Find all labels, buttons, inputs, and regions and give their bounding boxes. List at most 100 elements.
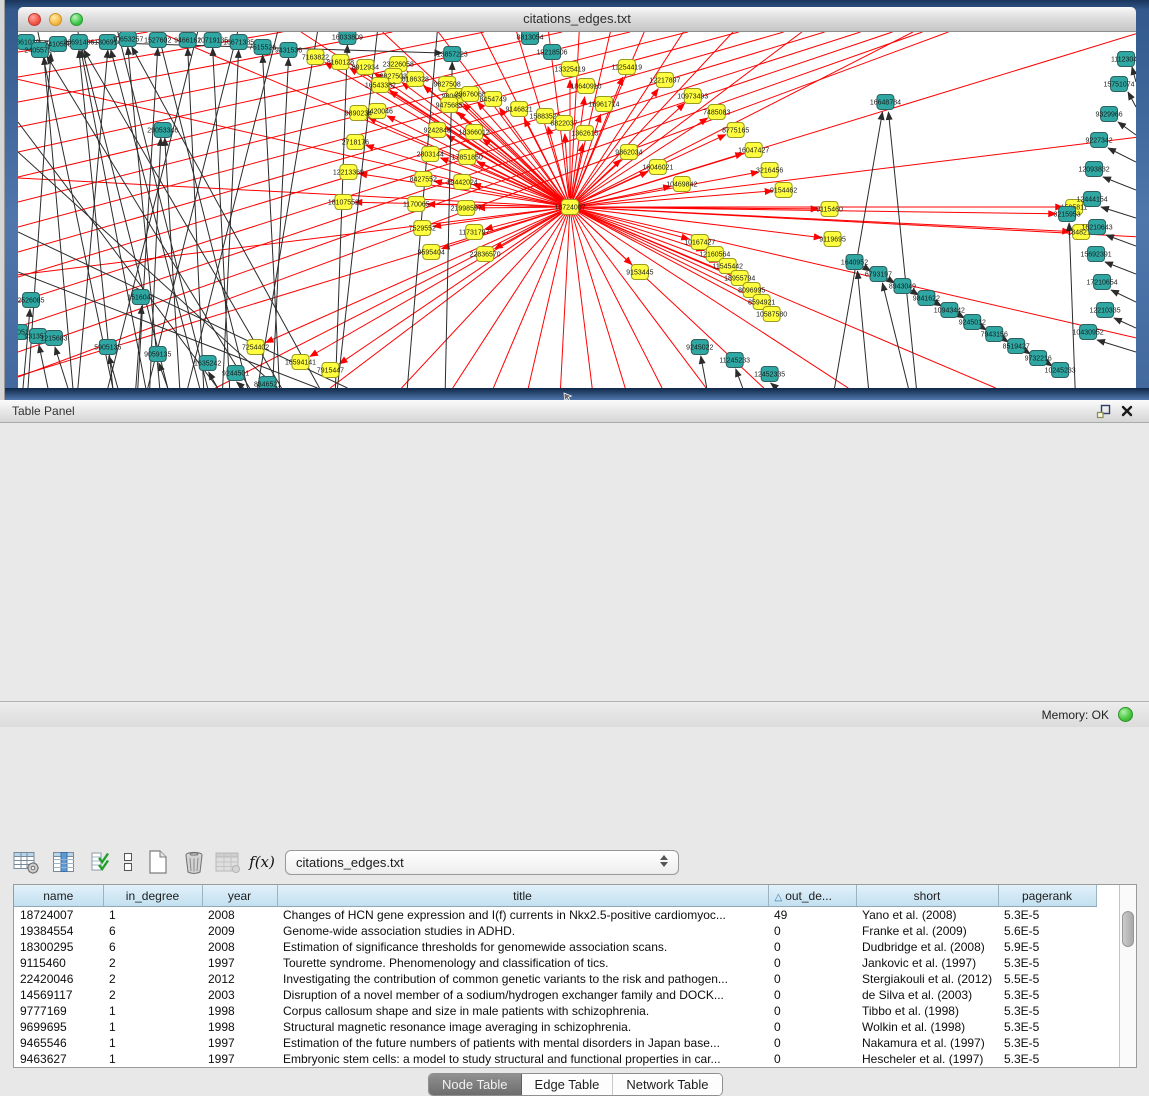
table-cell[interactable]: 1997 — [202, 1051, 277, 1067]
column-header-name[interactable]: name — [14, 885, 103, 907]
table-cell[interactable]: Tibbo et al. (1998) — [856, 1003, 998, 1019]
table-cell[interactable]: 9463627 — [14, 1051, 103, 1067]
table-cell[interactable]: 2008 — [202, 939, 277, 955]
table-cell[interactable]: Embryonic stem cells: a model to study s… — [277, 1051, 768, 1067]
table-cell[interactable]: Changes of HCN gene expression and I(f) … — [277, 907, 768, 924]
table-cell[interactable]: Hescheler et al. (1997) — [856, 1051, 998, 1067]
table-cell[interactable]: 0 — [768, 1019, 856, 1035]
tab-edge-table[interactable]: Edge Table — [522, 1074, 614, 1095]
network-window-titlebar[interactable]: citations_edges.txt — [18, 7, 1136, 32]
table-cell[interactable]: 1 — [103, 1019, 202, 1035]
table-cell[interactable]: 14569117 — [14, 987, 103, 1003]
table-cell[interactable]: 5.3E-5 — [998, 1051, 1096, 1067]
table-cell[interactable]: Jankovic et al. (1997) — [856, 955, 998, 971]
column-header-in-degree[interactable]: in_degree — [103, 885, 202, 907]
table-cell[interactable]: 0 — [768, 1035, 856, 1051]
table-cell[interactable]: Corpus callosum shape and size in male p… — [277, 1003, 768, 1019]
table-cell[interactable]: 1 — [103, 1003, 202, 1019]
table-row[interactable]: 977716911998Corpus callosum shape and si… — [14, 1003, 1096, 1019]
table-row[interactable]: 1456911722003Disruption of a novel membe… — [14, 987, 1096, 1003]
table-cell[interactable]: Stergiakouli et al. (2012) — [856, 971, 998, 987]
minimize-window-icon[interactable] — [49, 13, 62, 26]
network-canvas[interactable]: 1872400771638228160128891293423226058982… — [18, 32, 1136, 388]
table-cell[interactable]: 5.3E-5 — [998, 907, 1096, 924]
table-cell[interactable]: Investigating the contribution of common… — [277, 971, 768, 987]
table-cell[interactable]: 5.3E-5 — [998, 1035, 1096, 1051]
column-header-pagerank[interactable]: pagerank — [998, 885, 1096, 907]
table-cell[interactable]: 9465546 — [14, 1035, 103, 1051]
scrollbar-thumb[interactable] — [1122, 911, 1134, 947]
table-cell[interactable]: Nakamura et al. (1997) — [856, 1035, 998, 1051]
table-cell[interactable]: 0 — [768, 971, 856, 987]
table-cell[interactable]: 18724007 — [14, 907, 103, 924]
table-cell[interactable]: 0 — [768, 987, 856, 1003]
column-header-year[interactable]: year — [202, 885, 277, 907]
table-cell[interactable]: 0 — [768, 1003, 856, 1019]
table-cell[interactable]: 0 — [768, 1051, 856, 1067]
table-cell[interactable]: 0 — [768, 923, 856, 939]
table-cell[interactable]: 2012 — [202, 971, 277, 987]
table-cell[interactable]: Disruption of a novel member of a sodium… — [277, 987, 768, 1003]
table-cell[interactable]: Estimation of the future numbers of pati… — [277, 1035, 768, 1051]
table-cell[interactable]: 9777169 — [14, 1003, 103, 1019]
table-cell[interactable]: 9699695 — [14, 1019, 103, 1035]
table-cell[interactable]: 5.3E-5 — [998, 1003, 1096, 1019]
table-row[interactable]: 969969511998Structural magnetic resonanc… — [14, 1019, 1096, 1035]
table-select-dropdown[interactable]: citations_edges.txt — [285, 850, 679, 875]
column-header-short[interactable]: short — [856, 885, 998, 907]
table-cell[interactable]: 2009 — [202, 923, 277, 939]
table-cell[interactable]: 1998 — [202, 1003, 277, 1019]
select-columns-icon[interactable] — [48, 846, 80, 878]
table-cell[interactable]: 5.3E-5 — [998, 987, 1096, 1003]
table-cell[interactable]: Wolkin et al. (1998) — [856, 1019, 998, 1035]
function-builder-icon[interactable]: f(x) — [246, 846, 278, 878]
table-row[interactable]: 2242004622012Investigating the contribut… — [14, 971, 1096, 987]
table-row[interactable]: 946362711997Embryonic stem cells: a mode… — [14, 1051, 1096, 1067]
column-header-title[interactable]: title — [277, 885, 768, 907]
table-cell[interactable]: Structural magnetic resonance image aver… — [277, 1019, 768, 1035]
delete-table-icon[interactable] — [178, 846, 210, 878]
table-cell[interactable]: 1997 — [202, 955, 277, 971]
column-header-out-de[interactable]: △out_de... — [768, 885, 856, 907]
table-row[interactable]: 1872400712008Changes of HCN gene express… — [14, 907, 1096, 924]
table-cell[interactable]: Genome-wide association studies in ADHD. — [277, 923, 768, 939]
table-cell[interactable]: 19384554 — [14, 923, 103, 939]
close-panel-icon[interactable] — [1120, 404, 1134, 418]
tab-network-table[interactable]: Network Table — [613, 1074, 721, 1095]
table-row[interactable]: 1938455462009Genome-wide association stu… — [14, 923, 1096, 939]
table-row[interactable]: 946554611997Estimation of the future num… — [14, 1035, 1096, 1051]
table-cell[interactable]: Yano et al. (2008) — [856, 907, 998, 924]
table-cell[interactable]: 5.3E-5 — [998, 955, 1096, 971]
float-panel-icon[interactable] — [1096, 404, 1111, 419]
table-cell[interactable]: 0 — [768, 955, 856, 971]
select-rows-icon[interactable] — [86, 846, 118, 878]
table-cell[interactable]: Dudbridge et al. (2008) — [856, 939, 998, 955]
table-row[interactable]: 911546021997Tourette syndrome. Phenomeno… — [14, 955, 1096, 971]
table-cell[interactable]: 1997 — [202, 1035, 277, 1051]
table-vertical-scrollbar[interactable] — [1119, 885, 1136, 1067]
table-cell[interactable]: 2 — [103, 955, 202, 971]
table-cell[interactable]: 9115460 — [14, 955, 103, 971]
table-cell[interactable]: Tourette syndrome. Phenomenology and cla… — [277, 955, 768, 971]
table-cell[interactable]: 22420046 — [14, 971, 103, 987]
table-cell[interactable]: 6 — [103, 923, 202, 939]
table-cell[interactable]: 2008 — [202, 907, 277, 924]
table-cell[interactable]: 2 — [103, 971, 202, 987]
table-cell[interactable]: 5.3E-5 — [998, 1019, 1096, 1035]
new-table-icon[interactable] — [142, 846, 174, 878]
table-cell[interactable]: 5.5E-5 — [998, 971, 1096, 987]
table-cell[interactable]: 2003 — [202, 987, 277, 1003]
table-cell[interactable]: de Silva et al. (2003) — [856, 987, 998, 1003]
table-cell[interactable]: 1 — [103, 1035, 202, 1051]
table-cell[interactable]: 1998 — [202, 1019, 277, 1035]
table-panel-titlebar[interactable]: Table Panel — [0, 400, 1149, 423]
table-cell[interactable]: 0 — [768, 939, 856, 955]
table-row[interactable]: 1830029562008Estimation of significance … — [14, 939, 1096, 955]
citation-graph[interactable]: 1872400771638228160128891293423226058982… — [18, 32, 1136, 388]
table-options-icon[interactable] — [10, 846, 42, 878]
table-cell[interactable]: 5.6E-5 — [998, 923, 1096, 939]
table-cell[interactable]: 49 — [768, 907, 856, 924]
table-cell[interactable]: 2 — [103, 987, 202, 1003]
table-cell[interactable]: 18300295 — [14, 939, 103, 955]
table-cell[interactable]: Estimation of significance thresholds fo… — [277, 939, 768, 955]
